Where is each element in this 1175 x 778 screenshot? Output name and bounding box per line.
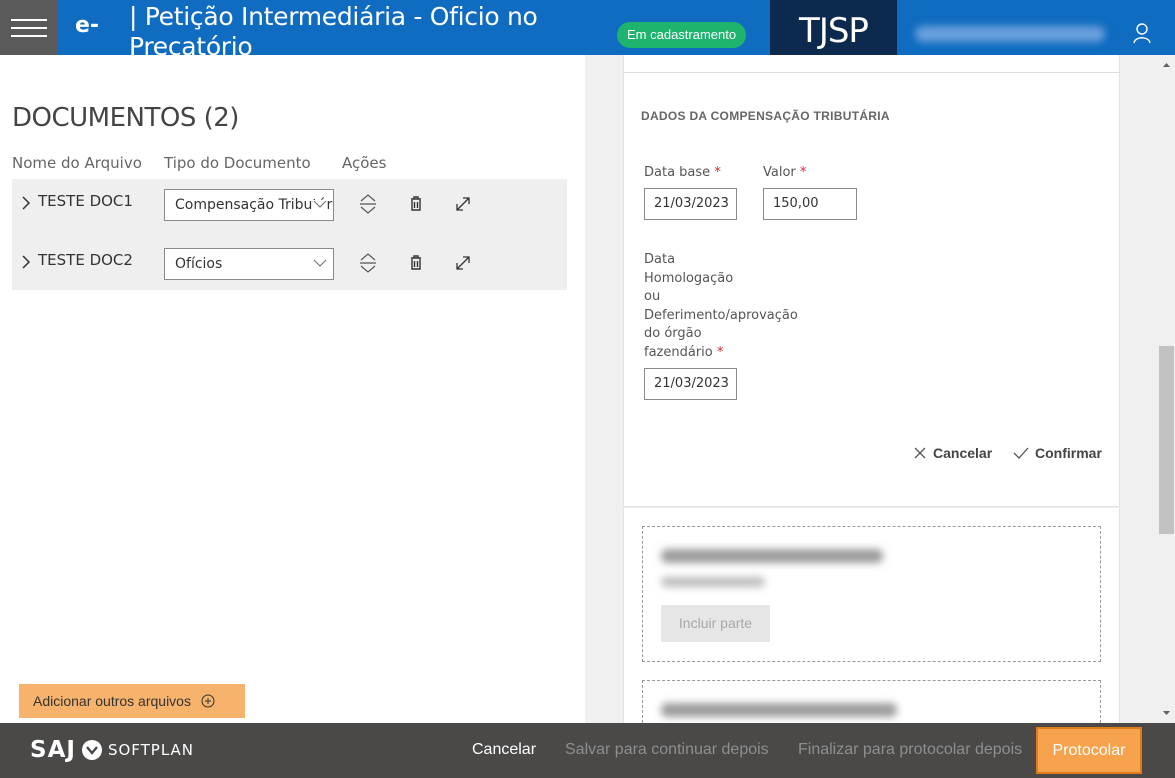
party-card: Incluir parte [642, 526, 1101, 662]
party-card [642, 680, 1101, 723]
protocolar-button[interactable]: Protocolar [1036, 727, 1142, 774]
save-later-button[interactable]: Salvar para continuar depois [565, 741, 769, 759]
party-name-blurred [661, 703, 897, 717]
valor-label: Valor * [763, 165, 807, 180]
check-icon [1013, 447, 1029, 459]
user-icon[interactable] [1132, 22, 1152, 44]
expand-icon[interactable] [452, 193, 474, 215]
confirm-card-button[interactable]: Confirmar [1013, 445, 1102, 461]
data-base-label: Data base * [644, 165, 721, 180]
close-icon [914, 447, 926, 459]
move-icon[interactable] [357, 193, 379, 215]
status-badge: Em cadastramento [617, 22, 747, 48]
documents-title: DOCUMENTOS (2) [12, 103, 239, 133]
include-party-button[interactable]: Incluir parte [661, 605, 770, 642]
document-name[interactable]: TESTE DOC1 [38, 192, 133, 210]
chevron-right-icon[interactable] [20, 252, 32, 272]
valor-input[interactable]: 150,00 [763, 188, 857, 220]
chevron-down-icon [313, 200, 327, 209]
divider [623, 72, 1120, 73]
footer-bar: SAJ SOFTPLAN Cancelar Salvar para contin… [0, 723, 1175, 778]
party-name-blurred [661, 549, 883, 563]
chevron-right-icon[interactable] [20, 193, 32, 213]
document-type-select[interactable]: Ofícios [164, 248, 334, 280]
column-document-type: Tipo do Documento [164, 154, 311, 172]
section-title: DADOS DA COMPENSAÇÃO TRIBUTÁRIA [641, 109, 890, 123]
cancel-card-button[interactable]: Cancelar [913, 445, 992, 461]
add-files-button[interactable]: Adicionar outros arquivos [19, 684, 245, 718]
top-bar: e-SAJ | Petição Intermediária - Oficio n… [0, 0, 1175, 55]
page-title: | Petição Intermediária - Oficio no Prec… [129, 2, 538, 55]
court-logo: TJSP [770, 0, 897, 55]
column-file-name: Nome do Arquivo [12, 154, 142, 172]
document-type-select[interactable]: Compensação Tributária [164, 189, 334, 221]
party-document-blurred [661, 577, 765, 587]
move-icon[interactable] [357, 252, 379, 274]
scroll-down-icon[interactable] [1158, 704, 1175, 721]
menu-icon[interactable] [0, 0, 57, 55]
homologacao-label: Data Homologação ou Deferimento/aprovaçã… [644, 252, 798, 360]
finalize-later-button[interactable]: Finalizar para protocolar depois [798, 741, 1022, 759]
homologacao-input[interactable]: 21/03/2023 [644, 368, 737, 400]
saj-softplan-logo: SAJ SOFTPLAN [30, 737, 195, 763]
table-row: TESTE DOC2 Ofícios [12, 238, 567, 288]
chevron-down-icon [313, 259, 327, 268]
plus-circle-icon [201, 694, 215, 708]
trash-icon[interactable] [405, 252, 427, 274]
user-name-blurred[interactable] [915, 26, 1105, 42]
documents-table: TESTE DOC1 Compensação Tributária TESTE … [12, 179, 567, 290]
data-base-input[interactable]: 21/03/2023 [644, 188, 737, 220]
scroll-up-icon[interactable] [1158, 57, 1175, 74]
scrollbar-thumb[interactable] [1159, 346, 1174, 534]
column-actions: Ações [342, 154, 387, 172]
softplan-icon [81, 740, 102, 760]
expand-icon[interactable] [452, 252, 474, 274]
trash-icon[interactable] [405, 193, 427, 215]
table-row: TESTE DOC1 Compensação Tributária [12, 179, 567, 229]
esaj-logo[interactable]: e-SAJ [75, 4, 135, 55]
cancel-button[interactable]: Cancelar [472, 741, 536, 759]
document-name[interactable]: TESTE DOC2 [38, 251, 133, 269]
